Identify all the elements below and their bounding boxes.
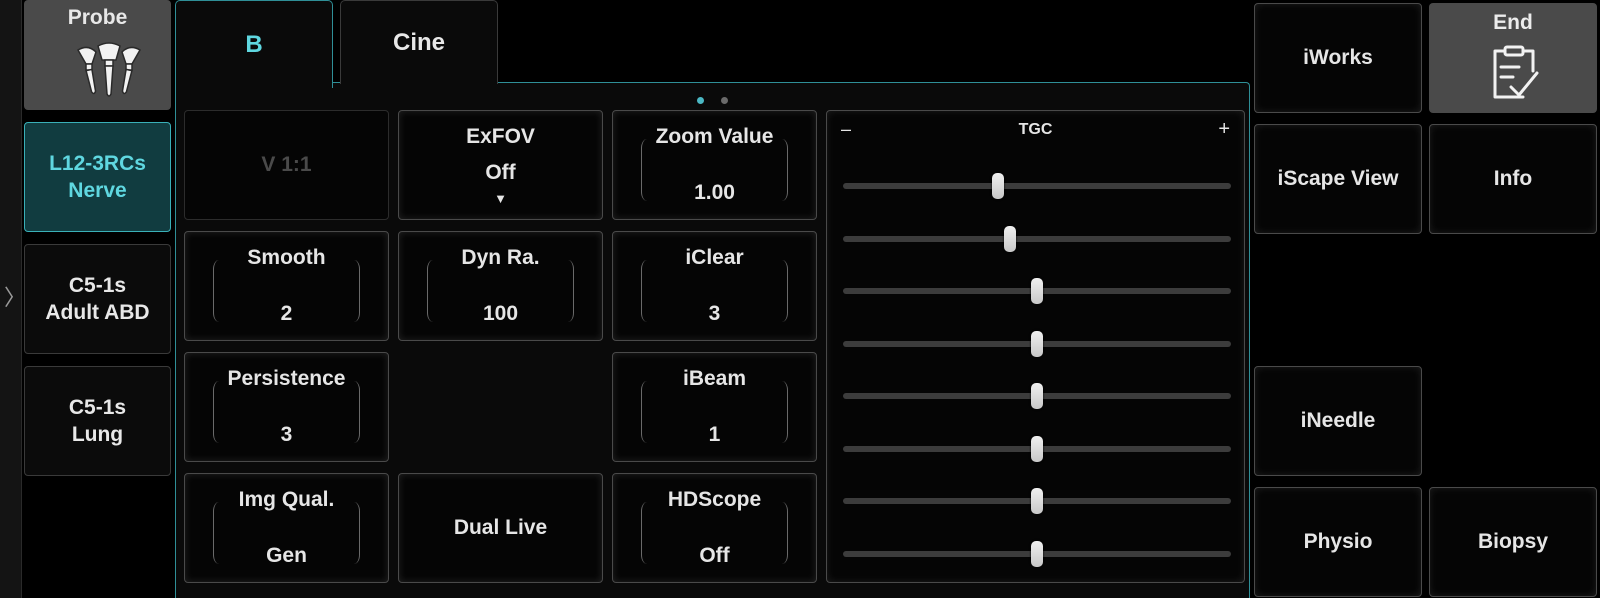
iworks-button[interactable]: iWorks xyxy=(1254,3,1422,113)
exfov-value: Off xyxy=(485,161,516,184)
exfov-dropdown[interactable]: ExFOV Off ▼ xyxy=(398,110,603,220)
persistence-label: Persistence xyxy=(227,367,346,390)
zoom-value-label: Zoom Value xyxy=(655,125,774,148)
chevron-right-icon[interactable]: 〉 xyxy=(4,283,26,313)
hdscope-value: Off xyxy=(699,544,730,567)
tgc-slider-track[interactable] xyxy=(843,435,1231,462)
tgc-title: TGC xyxy=(1018,121,1053,138)
persistence-value: 3 xyxy=(280,423,293,446)
dyn-range-label: Dyn Ra. xyxy=(461,246,540,269)
tab-cine[interactable]: Cine xyxy=(340,0,498,84)
end-label: End xyxy=(1493,11,1533,34)
clipboard-check-icon xyxy=(1493,45,1539,99)
tgc-panel: – TGC + xyxy=(826,110,1245,583)
v11-button[interactable]: V 1:1 xyxy=(184,110,389,220)
tab-b[interactable]: B xyxy=(175,0,333,88)
probe-item-label: C5-1s Adult ABD xyxy=(45,274,150,324)
ineedle-button[interactable]: iNeedle xyxy=(1254,366,1422,476)
tgc-slider-track[interactable] xyxy=(843,540,1231,567)
dropdown-arrow-icon: ▼ xyxy=(494,191,507,206)
info-button[interactable]: Info xyxy=(1429,124,1597,234)
probe-item-c5-1s-lung[interactable]: C5-1s Lung xyxy=(24,366,171,476)
iclear-control[interactable]: iClear 3 xyxy=(612,231,817,341)
tgc-slider-thumb[interactable] xyxy=(1031,383,1043,409)
img-qual-control[interactable]: Img Qual. Gen xyxy=(184,473,389,583)
tgc-plus-icon[interactable]: + xyxy=(1218,118,1230,141)
tgc-slider-track[interactable] xyxy=(843,488,1231,514)
tgc-slider-track[interactable] xyxy=(843,330,1231,357)
smooth-label: Smooth xyxy=(247,246,326,269)
dual-live-button[interactable]: Dual Live xyxy=(398,473,603,583)
tgc-slider-track[interactable] xyxy=(843,278,1231,304)
dual-live-label: Dual Live xyxy=(453,516,548,539)
iclear-value: 3 xyxy=(708,302,721,325)
probe-button[interactable]: Probe xyxy=(24,0,171,110)
probe-icon xyxy=(76,42,142,97)
iscape-view-button[interactable]: iScape View xyxy=(1254,124,1422,234)
end-button[interactable]: End xyxy=(1429,3,1597,113)
probe-label: Probe xyxy=(67,6,128,29)
tgc-slider-track[interactable] xyxy=(843,383,1231,409)
tgc-slider-thumb[interactable] xyxy=(1003,225,1016,252)
smooth-control[interactable]: Smooth 2 xyxy=(184,231,389,341)
biopsy-button[interactable]: Biopsy xyxy=(1429,487,1597,597)
dyn-range-control[interactable]: Dyn Ra. 100 xyxy=(398,231,603,341)
ibeam-control[interactable]: iBeam 1 xyxy=(612,352,817,462)
probe-item-c5-1s-adult-abd[interactable]: C5-1s Adult ABD xyxy=(24,244,171,354)
page-indicator-dot-active[interactable] xyxy=(697,97,704,104)
tgc-slider-thumb[interactable] xyxy=(1031,330,1043,357)
smooth-value: 2 xyxy=(280,302,293,325)
tgc-slider-track[interactable] xyxy=(843,173,1231,199)
probe-item-label: C5-1s Lung xyxy=(68,396,127,446)
tgc-slider-thumb[interactable] xyxy=(992,173,1005,199)
ibeam-label: iBeam xyxy=(682,367,747,390)
ibeam-value: 1 xyxy=(708,423,721,446)
tgc-slider-thumb[interactable] xyxy=(1031,435,1043,462)
probe-item-label: L12-3RCs Nerve xyxy=(49,152,146,202)
probe-item-l12-3rcs-nerve[interactable]: L12-3RCs Nerve xyxy=(24,122,171,232)
hdscope-label: HDScope xyxy=(667,488,762,511)
img-qual-label: Img Qual. xyxy=(238,488,335,511)
tgc-slider-thumb[interactable] xyxy=(1031,278,1043,304)
persistence-control[interactable]: Persistence 3 xyxy=(184,352,389,462)
exfov-label: ExFOV xyxy=(466,125,535,148)
tgc-slider-thumb[interactable] xyxy=(1031,540,1043,567)
tgc-slider-track[interactable] xyxy=(843,225,1231,252)
v11-label: V 1:1 xyxy=(261,153,312,176)
dyn-range-value: 100 xyxy=(482,302,519,325)
page-indicator-dot[interactable] xyxy=(721,97,728,104)
zoom-value-control[interactable]: Zoom Value 1.00 xyxy=(612,110,817,220)
img-qual-value: Gen xyxy=(266,544,307,567)
tgc-slider-thumb[interactable] xyxy=(1031,488,1043,514)
hdscope-control[interactable]: HDScope Off xyxy=(612,473,817,583)
iclear-label: iClear xyxy=(685,246,744,269)
physio-button[interactable]: Physio xyxy=(1254,487,1422,597)
zoom-value-value: 1.00 xyxy=(694,181,735,204)
